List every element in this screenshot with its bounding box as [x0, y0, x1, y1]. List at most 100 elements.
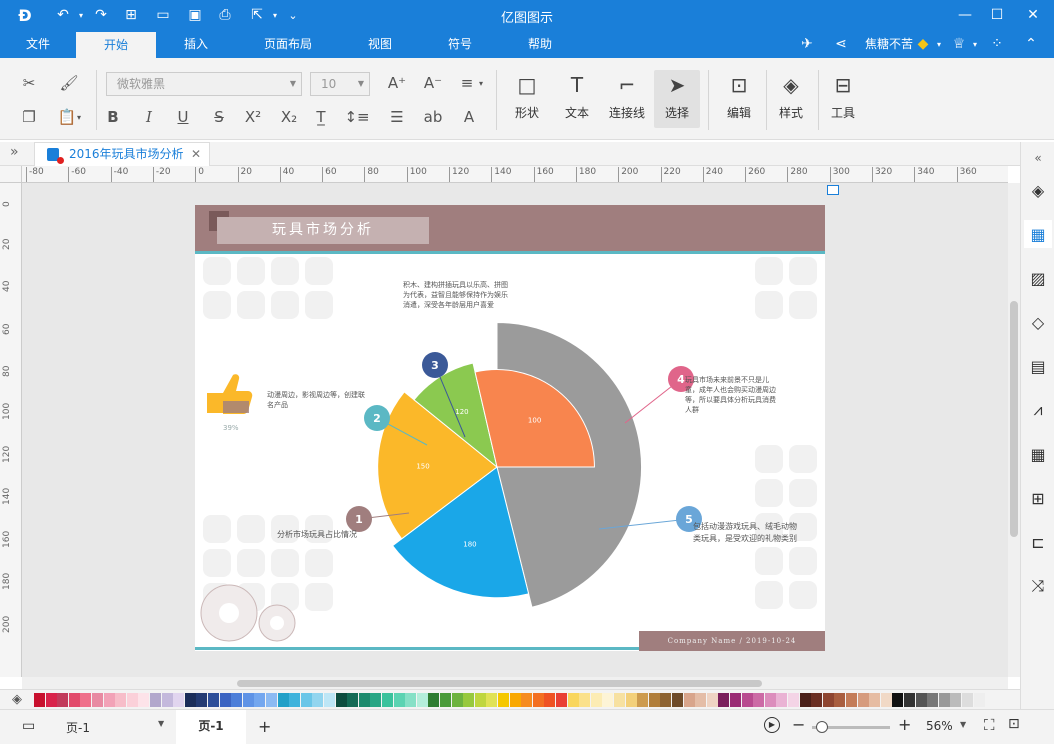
color-swatch[interactable] [173, 693, 185, 707]
color-swatch[interactable] [648, 693, 660, 707]
font-color-icon[interactable]: A [458, 106, 480, 128]
collapse-panel-icon[interactable]: « [1024, 144, 1052, 172]
color-swatch[interactable] [289, 693, 301, 707]
italic-icon[interactable]: I [138, 106, 160, 128]
zoom-slider-handle[interactable] [816, 721, 828, 733]
shuffle-panel-icon[interactable]: ⤨ [1024, 572, 1052, 600]
color-swatch[interactable] [138, 693, 150, 707]
color-swatch[interactable] [486, 693, 498, 707]
style-button[interactable]: ◈ 样式 [768, 70, 814, 128]
shape-button[interactable]: □ 形状 [504, 70, 550, 128]
color-swatch[interactable] [92, 693, 103, 707]
color-swatch[interactable] [463, 693, 475, 707]
increase-font-icon[interactable]: A⁺ [386, 72, 408, 94]
drawing-canvas[interactable]: 玩具市场分析 Company Name / 2019-10-24 2201801… [22, 183, 1008, 677]
align-dropdown-icon[interactable]: ▾ [476, 72, 486, 94]
color-swatch[interactable] [822, 693, 834, 707]
format-painter-icon[interactable]: 🖌 [58, 72, 80, 94]
color-swatch[interactable] [451, 693, 463, 707]
color-swatch[interactable] [196, 693, 208, 707]
page-select-dropdown-icon[interactable]: ▼ [158, 719, 164, 728]
format-panel-icon[interactable]: ⊏ [1024, 528, 1052, 556]
align-icon[interactable]: ≡ [456, 72, 478, 94]
color-swatch[interactable] [219, 693, 231, 707]
user-name[interactable]: 焦糖不苦 [860, 30, 918, 58]
color-swatch[interactable] [440, 693, 451, 707]
color-swatch[interactable] [312, 693, 324, 707]
color-swatch[interactable] [68, 693, 80, 707]
color-swatch[interactable] [277, 693, 289, 707]
fit-page-icon[interactable]: ⛶ [984, 716, 995, 734]
menu-help[interactable]: 帮助 [518, 30, 562, 58]
color-swatch[interactable] [161, 693, 173, 707]
text-style-icon[interactable]: T̲ [310, 106, 332, 128]
color-swatch[interactable] [753, 693, 765, 707]
chart-caption[interactable]: 分析市场玩具占比情况 [277, 530, 397, 540]
color-swatch[interactable] [254, 693, 266, 707]
color-swatch[interactable] [521, 693, 533, 707]
close-button[interactable]: ✕ [1018, 4, 1048, 26]
color-swatch[interactable] [869, 693, 881, 707]
color-swatch[interactable] [811, 693, 823, 707]
share-icon[interactable]: ⋖ [832, 35, 850, 53]
page-handle-icon[interactable] [827, 185, 839, 195]
diagram-page[interactable]: 玩具市场分析 Company Name / 2019-10-24 2201801… [195, 205, 825, 651]
horizontal-scroll-thumb[interactable] [237, 680, 762, 687]
fill-panel-icon[interactable]: ◈ [1024, 176, 1052, 204]
horizontal-scrollbar[interactable] [22, 677, 1008, 689]
menu-file[interactable]: 文件 [14, 30, 62, 58]
color-swatch[interactable] [579, 693, 591, 707]
note-5-text[interactable]: 包括动漫游戏玩具、绒毛动物类玩具，是受欢迎的礼物类别 [693, 521, 798, 545]
color-swatch[interactable] [741, 693, 753, 707]
color-swatch[interactable] [880, 693, 892, 707]
color-swatch[interactable] [428, 693, 440, 707]
color-swatch[interactable] [126, 693, 138, 707]
color-swatch[interactable] [242, 693, 254, 707]
color-swatch[interactable] [358, 693, 370, 707]
color-swatch[interactable] [184, 693, 196, 707]
color-swatch[interactable] [660, 693, 672, 707]
note-2-text[interactable]: 动漫周边，影视周边等，创建联名产品 [267, 390, 367, 410]
close-tab-icon[interactable]: ✕ [191, 143, 201, 165]
menu-page-layout[interactable]: 页面布局 [252, 30, 324, 58]
color-swatch[interactable] [45, 693, 57, 707]
color-swatch[interactable] [103, 693, 115, 707]
color-swatch[interactable] [590, 693, 602, 707]
fit-width-icon[interactable]: ⊡ [1008, 716, 1020, 732]
line-spacing-icon[interactable]: ↕≡ [344, 106, 369, 128]
color-swatch[interactable] [602, 693, 614, 707]
zoom-dropdown-icon[interactable]: ▼ [960, 720, 966, 729]
layers-panel-icon[interactable]: ◇ [1024, 308, 1052, 336]
zoom-level[interactable]: 56% [926, 719, 953, 733]
play-icon[interactable]: ▶ [764, 717, 780, 733]
vertical-scroll-thumb[interactable] [1010, 301, 1018, 537]
color-swatch[interactable] [927, 693, 939, 707]
color-swatch[interactable] [300, 693, 312, 707]
color-swatch[interactable] [57, 693, 69, 707]
menu-symbols[interactable]: 符号 [438, 30, 482, 58]
layout-panel-icon[interactable]: ▦ [1024, 220, 1052, 248]
color-swatch[interactable] [115, 693, 127, 707]
color-swatch[interactable] [208, 693, 219, 707]
color-swatch[interactable] [730, 693, 741, 707]
edit-button[interactable]: ⊡ 编辑 [716, 70, 762, 128]
minimize-button[interactable]: — [950, 4, 980, 26]
cut-icon[interactable]: ✂ [18, 72, 40, 94]
connector-button[interactable]: ⌐ 连接线 [604, 70, 650, 128]
text-case-icon[interactable]: ab [422, 106, 444, 128]
color-swatch[interactable] [973, 693, 985, 707]
color-swatch[interactable] [683, 693, 695, 707]
color-swatch[interactable] [938, 693, 950, 707]
send-icon[interactable]: ✈ [798, 35, 816, 53]
note-4-text[interactable]: 玩具市场未来前景不只是儿童，成年人也会购买动漫周边等，所以要具体分析玩具消费人群 [685, 375, 780, 415]
color-swatch[interactable] [34, 693, 45, 707]
color-swatch[interactable] [80, 693, 92, 707]
decrease-font-icon[interactable]: A⁻ [422, 72, 444, 94]
fill-bucket-icon[interactable]: ◈ [12, 692, 22, 707]
color-swatch[interactable] [637, 693, 649, 707]
color-swatch[interactable] [672, 693, 683, 707]
apps-icon[interactable]: ⁘ [988, 35, 1006, 53]
color-swatch[interactable] [892, 693, 904, 707]
color-swatch[interactable] [393, 693, 405, 707]
color-swatch[interactable] [266, 693, 277, 707]
